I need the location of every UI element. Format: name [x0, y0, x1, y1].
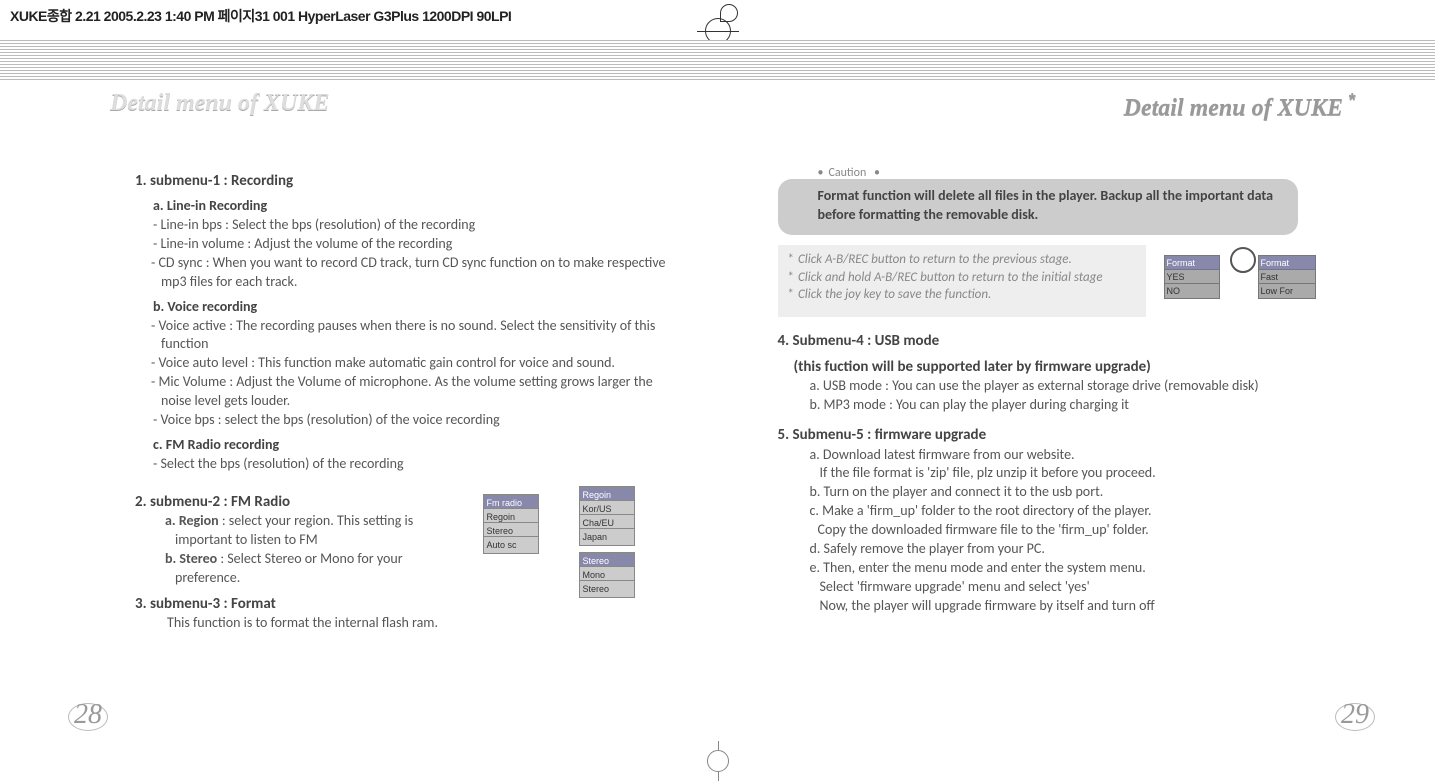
tips-box: Click A-B/REC button to return to the pr…	[778, 245, 1146, 317]
fm-rec-bps: - Select the bps (resolution) of the rec…	[135, 455, 683, 474]
submenu4-heading: 4. Submenu-4 : USB mode	[778, 331, 1346, 351]
fw-step-b: b. Turn on the player and connect it to …	[778, 483, 1346, 502]
fw-step-d: d. Safely remove the player from your PC…	[778, 540, 1346, 559]
voice-rec-heading: b. Voice recording	[153, 298, 683, 317]
tip-2: Click and hold A-B/REC button to return …	[784, 269, 1138, 287]
cd-sync: - CD sync : When you want to record CD t…	[135, 254, 683, 292]
tip-1: Click A-B/REC button to return to the pr…	[784, 251, 1138, 269]
tips-row: Click A-B/REC button to return to the pr…	[778, 245, 1338, 317]
right-column: Caution Format function will delete all …	[718, 165, 1435, 781]
usb-mode: a. USB mode : You can use the player as …	[778, 377, 1346, 396]
page-number-right: 29	[1335, 703, 1375, 731]
registration-mark-bottom	[698, 741, 738, 781]
format-ui-thumbnail: Format YES NO Format Fast Low For	[1158, 245, 1338, 317]
header-band: Detail menu of XUKE Detail menu of XUKE …	[0, 40, 1435, 140]
tip-3: Click the joy key to save the function.	[784, 286, 1138, 304]
fw-step-e3: Now, the player will upgrade firmware by…	[778, 597, 1346, 616]
fm-radio-ui-thumbnail: Fm radio Regoin Stereo Auto sc Regoin Ko…	[483, 486, 683, 596]
format-desc: This function is to format the internal …	[135, 614, 467, 633]
fw-step-c: c. Make a 'firm_up' folder to the root d…	[778, 502, 1346, 521]
voice-auto-level: - Voice auto level : This function make …	[135, 354, 683, 373]
fw-step-e: e. Then, enter the menu mode and enter t…	[778, 559, 1346, 578]
fw-step-e2: Select 'firmware upgrade' menu and selec…	[778, 578, 1346, 597]
line-in-bps: - Line-in bps : Select the bps (resoluti…	[135, 216, 683, 235]
pdf-meta-text: XUKE종합 2.21 2005.2.23 1:40 PM 페이지31 001 …	[10, 6, 511, 26]
submenu3-heading: 3. submenu-3 : Format	[135, 594, 467, 614]
line-in-volume: - Line-in volume : Adjust the volume of …	[135, 235, 683, 254]
section-title-right: Detail menu of XUKE *	[1124, 90, 1355, 122]
left-column: 1. submenu-1 : Recording a. Line-in Reco…	[0, 165, 718, 781]
fm-rec-heading: c. FM Radio recording	[153, 436, 683, 455]
stereo-item: b. Stereo : Select Stereo or Mono for yo…	[135, 550, 467, 588]
region-item: a. Region : select your region. This set…	[135, 512, 467, 550]
voice-active: - Voice active : The recording pauses wh…	[135, 317, 683, 355]
mic-volume: - Mic Volume : Adjust the Volume of micr…	[135, 373, 683, 411]
fw-step-a: a. Download latest firmware from our web…	[778, 446, 1346, 465]
fw-step-a2: If the file format is 'zip' file, plz un…	[778, 464, 1346, 483]
submenu4-subheading: (this fuction will be supported later by…	[778, 357, 1346, 377]
content-area: 1. submenu-1 : Recording a. Line-in Reco…	[0, 165, 1435, 781]
mp3-mode: b. MP3 mode : You can play the player du…	[778, 396, 1346, 415]
fw-step-c2: Copy the downloaded firmware file to the…	[778, 521, 1346, 540]
submenu5-heading: 5. Submenu-5 : firmware upgrade	[778, 425, 1346, 445]
line-in-heading: a. Line-in Recording	[153, 197, 683, 216]
submenu1-heading: 1. submenu-1 : Recording	[135, 171, 683, 191]
voice-bps: - Voice bps : select the bps (resolution…	[135, 411, 683, 430]
caution-box: Format function will delete all files in…	[778, 179, 1298, 235]
section-title-left: Detail menu of XUKE	[110, 90, 329, 117]
submenu2-heading: 2. submenu-2 : FM Radio	[135, 492, 467, 512]
page-number-left: 28	[68, 703, 108, 731]
